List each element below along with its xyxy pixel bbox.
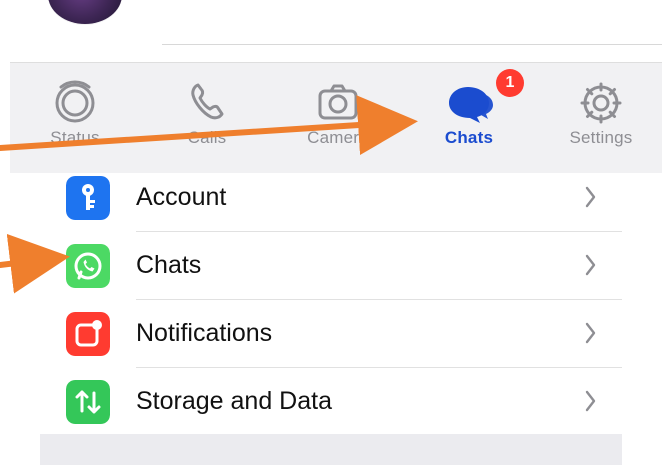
- phone-icon: [191, 83, 224, 120]
- settings-item-label-notifications: Notifications: [136, 319, 273, 347]
- settings-item-chats[interactable]: Chats: [40, 232, 622, 300]
- chevron-right-icon: [585, 390, 596, 412]
- status-icon: [55, 80, 95, 123]
- tab-label-settings: Settings: [569, 128, 633, 147]
- tab-camera[interactable]: Camera: [283, 71, 393, 161]
- avatar[interactable]: [48, 0, 122, 24]
- settings-item-notifications[interactable]: Notifications: [40, 300, 622, 368]
- camera-icon: [318, 84, 358, 120]
- chats-badge: 1: [496, 69, 524, 97]
- settings-item-storage-and-data[interactable]: Storage and Data: [40, 368, 622, 436]
- key-icon: [66, 176, 110, 220]
- top-divider: [162, 44, 662, 45]
- tab-settings[interactable]: Settings: [546, 71, 656, 161]
- settings-item-label-chats: Chats: [136, 251, 202, 279]
- gear-icon: [580, 82, 622, 124]
- tab-label-chats: Chats: [444, 128, 494, 147]
- chevron-right-icon: [585, 254, 596, 276]
- chevron-right-icon: [585, 322, 596, 344]
- chats-bubble-icon: [449, 87, 493, 123]
- tab-calls[interactable]: Calls: [152, 71, 262, 161]
- settings-item-account[interactable]: Account: [40, 164, 622, 232]
- notification-icon: [66, 312, 110, 356]
- settings-list: Account Chats Notifications Storage and …: [40, 164, 622, 436]
- storage-data-icon: [66, 380, 110, 424]
- settings-item-label-account: Account: [136, 183, 227, 211]
- tab-label-camera: Camera: [307, 128, 369, 147]
- tab-bar: Status Calls Camera 1 Chats Settings: [10, 62, 662, 173]
- settings-item-label-storage-and-data: Storage and Data: [136, 387, 332, 415]
- bottom-panel: [40, 434, 622, 465]
- tab-label-calls: Calls: [187, 128, 227, 147]
- chevron-right-icon: [585, 186, 596, 208]
- tab-label-status: Status: [50, 128, 100, 147]
- tab-status[interactable]: Status: [20, 71, 130, 161]
- tab-chats[interactable]: 1 Chats: [414, 69, 524, 161]
- whatsapp-icon: [66, 244, 110, 288]
- profile-header: [0, 0, 662, 62]
